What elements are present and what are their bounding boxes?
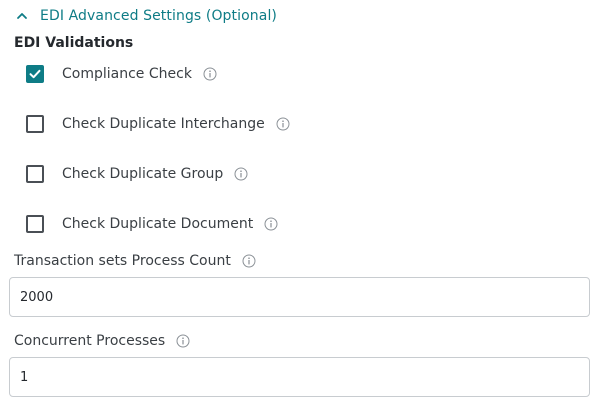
check-duplicate-group-checkbox[interactable] [26,165,44,183]
check-duplicate-document-checkbox[interactable] [26,215,44,233]
info-icon[interactable] [264,217,278,231]
check-duplicate-document-row: Check Duplicate Document [26,214,278,234]
info-icon[interactable] [176,334,190,348]
check-duplicate-interchange-row: Check Duplicate Interchange [26,114,290,134]
transaction-sets-process-count-input[interactable] [9,277,590,317]
section-title: EDI Advanced Settings (Optional) [40,8,277,24]
checkmark-icon [29,69,41,79]
edi-advanced-settings-panel: EDI Advanced Settings (Optional) EDI Val… [0,0,600,405]
check-duplicate-group-label: Check Duplicate Group [62,166,224,182]
edi-advanced-settings-toggle[interactable]: EDI Advanced Settings (Optional) [16,5,277,27]
transaction-sets-label-row: Transaction sets Process Count [14,251,256,271]
concurrent-processes-label: Concurrent Processes [14,333,166,349]
check-duplicate-document-label: Check Duplicate Document [62,216,254,232]
info-icon[interactable] [276,117,290,131]
transaction-sets-label: Transaction sets Process Count [14,253,231,269]
compliance-check-row: Compliance Check [26,64,217,84]
edi-validations-heading: EDI Validations [14,35,134,51]
check-duplicate-interchange-label: Check Duplicate Interchange [62,116,265,132]
info-icon[interactable] [203,67,217,81]
compliance-check-label: Compliance Check [62,66,192,82]
check-duplicate-group-row: Check Duplicate Group [26,164,248,184]
check-duplicate-interchange-checkbox[interactable] [26,115,44,133]
compliance-check-checkbox[interactable] [26,65,44,83]
info-icon[interactable] [242,254,256,268]
concurrent-processes-input[interactable] [9,357,590,397]
chevron-up-icon [17,13,27,19]
info-icon[interactable] [234,167,248,181]
concurrent-processes-label-row: Concurrent Processes [14,331,190,351]
